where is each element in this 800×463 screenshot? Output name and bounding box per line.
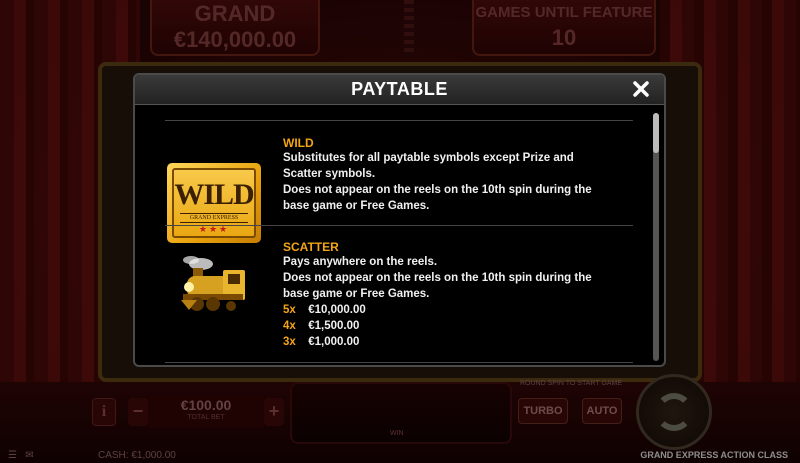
divider	[165, 120, 633, 121]
wild-description-line: Does not appear on the reels on the 10th…	[283, 184, 592, 196]
wild-symbol-text: WILD	[174, 178, 254, 211]
divider	[165, 362, 633, 363]
close-icon	[633, 81, 649, 97]
paytable-scroll-area[interactable]: WILD GRAND EXPRESS ★★★ WILD Substitutes …	[135, 106, 664, 365]
pay-multiplier: 3x	[283, 336, 296, 348]
scrollbar-thumb[interactable]	[653, 113, 659, 153]
scatter-train-icon	[179, 254, 251, 314]
wild-symbol-image: WILD GRAND EXPRESS ★★★	[167, 163, 261, 243]
wild-title: WILD	[283, 136, 314, 150]
pay-amount: €10,000.00	[308, 304, 366, 316]
wild-description-line: Scatter symbols.	[283, 168, 376, 180]
scatter-description-line: base game or Free Games.	[283, 288, 430, 300]
scatter-pay-row: 5x €10,000.00	[283, 302, 366, 318]
close-button[interactable]	[632, 77, 654, 101]
pay-amount: €1,500.00	[308, 320, 360, 332]
scatter-description-line: Does not appear on the reels on the 10th…	[283, 272, 592, 284]
paytable-modal: PAYTABLE WILD GRAND EXPRESS ★★★ WILD Sub…	[133, 73, 666, 367]
scatter-description-line: Pays anywhere on the reels.	[283, 256, 438, 268]
wild-description-line: Substitutes for all paytable symbols exc…	[283, 152, 574, 164]
divider	[165, 225, 633, 226]
wild-symbol-subtext: GRAND EXPRESS	[180, 213, 248, 223]
scatter-pay-row: 4x €1,500.00	[283, 318, 359, 334]
scatter-title: SCATTER	[283, 240, 339, 254]
pay-amount: €1,000.00	[308, 336, 360, 348]
wild-description-line: base game or Free Games.	[283, 200, 430, 212]
paytable-header: PAYTABLE	[135, 75, 664, 105]
pay-multiplier: 5x	[283, 304, 296, 316]
pay-multiplier: 4x	[283, 320, 296, 332]
scatter-pay-row: 3x €1,000.00	[283, 334, 359, 350]
paytable-title: PAYTABLE	[351, 79, 448, 99]
